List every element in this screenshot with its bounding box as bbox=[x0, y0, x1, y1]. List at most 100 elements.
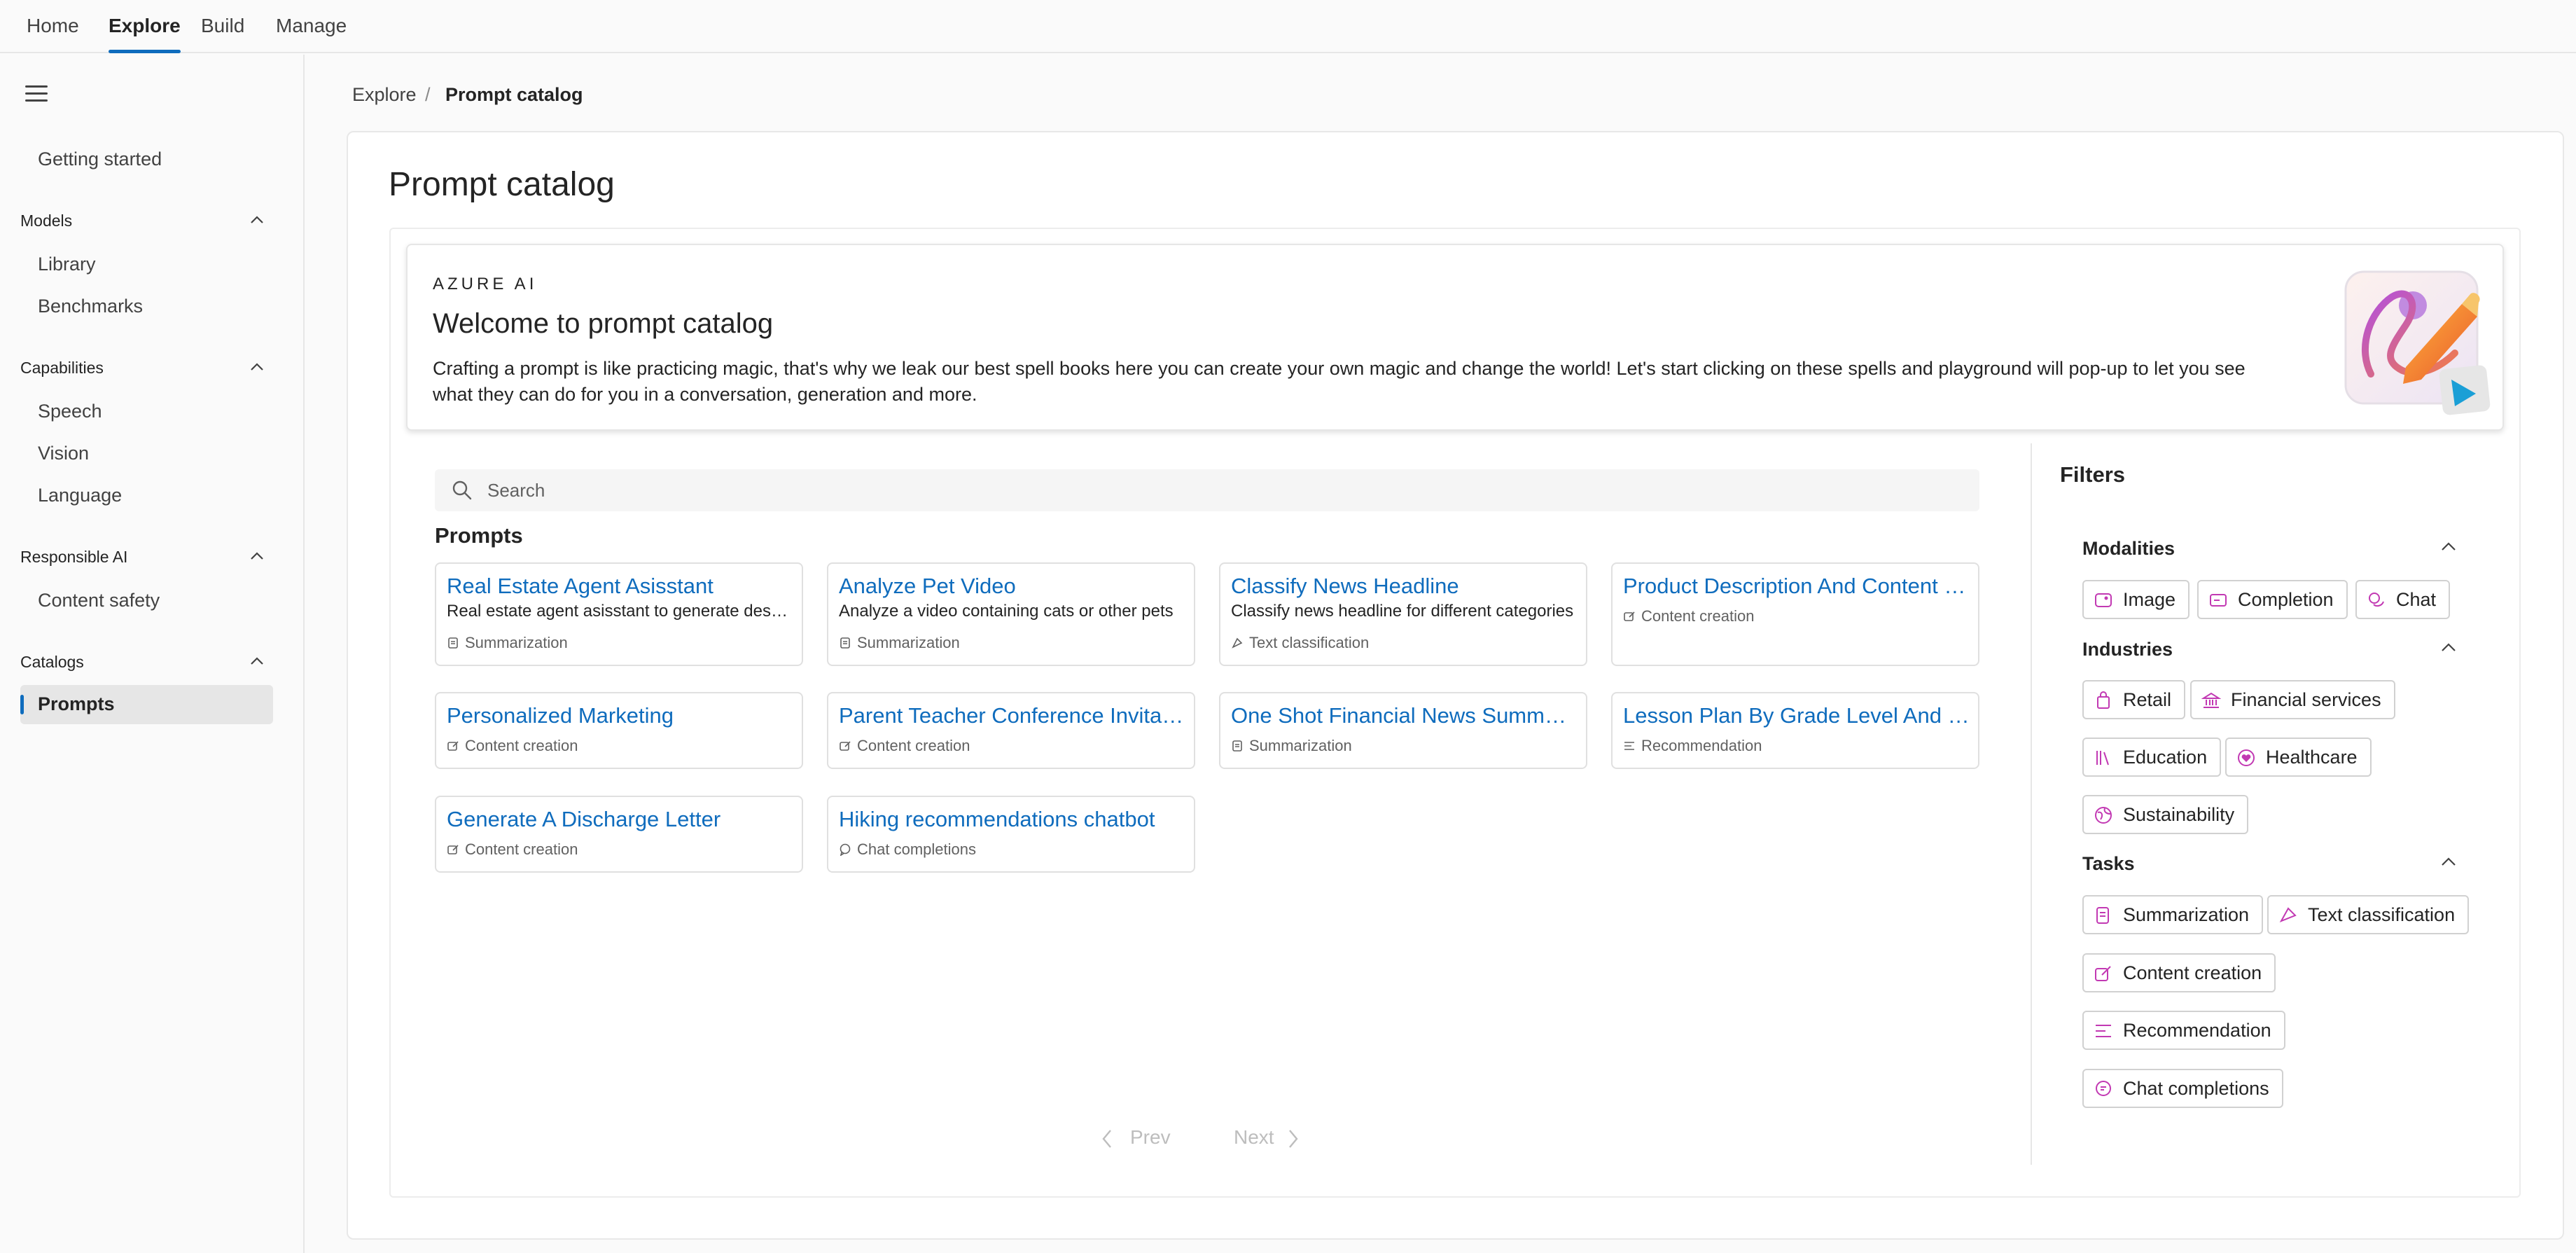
breadcrumb-explore[interactable]: Explore bbox=[352, 84, 417, 106]
chevron-left-icon[interactable] bbox=[1099, 1128, 1115, 1150]
prompt-card-description: Analyze a video containing cats or other… bbox=[839, 602, 1174, 621]
content-creation-icon bbox=[840, 741, 851, 751]
sidebar-section-capabilities[interactable]: Capabilities bbox=[20, 359, 104, 378]
divider bbox=[2031, 443, 2032, 1165]
prompt-card-tag: Content creation bbox=[1623, 607, 1754, 625]
search-input[interactable] bbox=[487, 469, 1958, 511]
chip-label: Healthcare bbox=[2266, 747, 2358, 768]
sidebar-item-content-safety[interactable]: Content safety bbox=[38, 590, 160, 611]
filter-chip-recommendation[interactable]: Recommendation bbox=[2082, 1011, 2285, 1050]
chip-label: Completion bbox=[2238, 589, 2334, 610]
search-box[interactable] bbox=[435, 469, 1979, 511]
prompt-card-title[interactable]: Analyze Pet Video bbox=[839, 574, 1185, 599]
prompt-card[interactable]: Lesson Plan By Grade Level And Subject R… bbox=[1611, 692, 1979, 769]
prompt-card-title[interactable]: Parent Teacher Conference Invitation bbox=[839, 703, 1185, 728]
chip-label: Recommendation bbox=[2123, 1020, 2271, 1041]
sidebar-section-responsible-ai[interactable]: Responsible AI bbox=[20, 548, 127, 567]
prompt-card[interactable]: Parent Teacher Conference Invitation Con… bbox=[827, 692, 1195, 769]
sidebar-section-models[interactable]: Models bbox=[20, 212, 72, 230]
tab-home[interactable]: Home bbox=[27, 0, 79, 53]
prompt-card-tag: Text classification bbox=[1231, 634, 1369, 652]
prompt-card[interactable]: One Shot Financial News Summarization Su… bbox=[1219, 692, 1587, 769]
prompt-card-title[interactable]: Generate A Discharge Letter bbox=[447, 807, 793, 832]
prompt-card-title[interactable]: Product Description And Content Generati… bbox=[1623, 574, 1970, 599]
chevron-up-icon[interactable] bbox=[249, 212, 265, 228]
banner-description: Crafting a prompt is like practicing mag… bbox=[433, 358, 2246, 405]
filter-chip-financial-services[interactable]: Financial services bbox=[2190, 680, 2395, 719]
prompt-card-tag-label: Recommendation bbox=[1641, 737, 1762, 754]
filter-chip-summarization[interactable]: Summarization bbox=[2082, 895, 2264, 934]
prompt-card-title[interactable]: Personalized Marketing bbox=[447, 703, 793, 728]
summarization-icon bbox=[2096, 907, 2109, 924]
sidebar-item-getting-started[interactable]: Getting started bbox=[38, 148, 162, 170]
prompt-card-tag-label: Chat completions bbox=[857, 840, 976, 858]
filter-group-modalities[interactable]: Modalities bbox=[2082, 538, 2175, 560]
recommendation-icon bbox=[2096, 1025, 2111, 1037]
filter-chip-chat[interactable]: Chat bbox=[2355, 580, 2451, 619]
filter-chip-education[interactable]: Education bbox=[2082, 738, 2222, 777]
prompt-card-tag: Summarization bbox=[1231, 737, 1352, 755]
filter-chip-text-classification[interactable]: Text classification bbox=[2267, 895, 2470, 934]
prompt-card-description: Classify news headline for different cat… bbox=[1231, 602, 1574, 621]
chip-label: Education bbox=[2123, 747, 2208, 768]
filter-group-industries[interactable]: Industries bbox=[2082, 639, 2173, 660]
chevron-right-icon[interactable] bbox=[1286, 1128, 1301, 1150]
filter-chip-retail[interactable]: Retail bbox=[2082, 680, 2186, 719]
prompt-card-title[interactable]: Classify News Headline bbox=[1231, 574, 1578, 599]
tab-build[interactable]: Build bbox=[201, 0, 244, 53]
welcome-banner: AZURE AI Welcome to prompt catalog Craft… bbox=[406, 244, 2504, 431]
prompt-card[interactable]: Analyze Pet Video Analyze a video contai… bbox=[827, 562, 1195, 666]
filter-chip-healthcare[interactable]: Healthcare bbox=[2225, 738, 2372, 777]
chevron-up-icon[interactable] bbox=[2439, 538, 2458, 556]
prompt-card[interactable]: Hiking recommendations chatbot Chat comp… bbox=[827, 796, 1195, 873]
chevron-up-icon[interactable] bbox=[249, 548, 265, 564]
next-button[interactable]: Next bbox=[1234, 1126, 1274, 1149]
filter-group-tasks[interactable]: Tasks bbox=[2082, 853, 2135, 875]
top-nav: Home Explore Build Manage bbox=[0, 0, 2576, 53]
chip-label: Chat completions bbox=[2123, 1078, 2269, 1099]
prompt-card-title[interactable]: Lesson Plan By Grade Level And Subject bbox=[1623, 703, 1970, 728]
filter-chip-image[interactable]: Image bbox=[2082, 580, 2190, 619]
content-creation-icon bbox=[2095, 966, 2111, 981]
prompt-card-title[interactable]: Hiking recommendations chatbot bbox=[839, 807, 1185, 832]
sidebar-item-label: Prompts bbox=[38, 693, 115, 714]
summarization-icon bbox=[1232, 740, 1242, 752]
filter-chip-completion[interactable]: Completion bbox=[2197, 580, 2348, 619]
tab-manage[interactable]: Manage bbox=[276, 0, 347, 53]
sidebar-section-catalogs[interactable]: Catalogs bbox=[20, 653, 84, 672]
chevron-up-icon[interactable] bbox=[2439, 639, 2458, 657]
heart-icon bbox=[2238, 749, 2255, 766]
summarization-icon bbox=[448, 637, 458, 649]
sidebar-item-language[interactable]: Language bbox=[38, 485, 122, 506]
prompt-card-tag-label: Summarization bbox=[1249, 737, 1352, 754]
prompt-card-title[interactable]: Real Estate Agent Asisstant bbox=[447, 574, 793, 599]
breadcrumb-current: Prompt catalog bbox=[445, 84, 583, 105]
prev-button[interactable]: Prev bbox=[1130, 1126, 1171, 1149]
sidebar-item-library[interactable]: Library bbox=[38, 254, 96, 275]
tab-explore[interactable]: Explore bbox=[109, 0, 181, 53]
prompt-card-tag: Chat completions bbox=[839, 840, 976, 859]
sidebar-item-vision[interactable]: Vision bbox=[38, 443, 89, 464]
hamburger-menu-icon[interactable] bbox=[25, 85, 48, 102]
prompt-card[interactable]: Classify News Headline Classify news hea… bbox=[1219, 562, 1587, 666]
chevron-up-icon[interactable] bbox=[249, 359, 265, 375]
content-creation-icon bbox=[1624, 611, 1635, 621]
chevron-up-icon[interactable] bbox=[249, 653, 265, 669]
prompt-card-tag-label: Content creation bbox=[1641, 607, 1755, 625]
prompt-card[interactable]: Real Estate Agent Asisstant Real estate … bbox=[435, 562, 803, 666]
prompt-card-title[interactable]: One Shot Financial News Summarization bbox=[1231, 703, 1578, 728]
filter-chip-sustainability[interactable]: Sustainability bbox=[2082, 795, 2249, 834]
sidebar-item-prompts[interactable]: Prompts bbox=[20, 685, 273, 724]
sidebar-item-benchmarks[interactable]: Benchmarks bbox=[38, 296, 143, 317]
sidebar-item-speech[interactable]: Speech bbox=[38, 401, 102, 422]
prompt-card-tag: Content creation bbox=[447, 737, 578, 755]
prompt-card[interactable]: Generate A Discharge Letter Content crea… bbox=[435, 796, 803, 873]
chip-label: Image bbox=[2123, 589, 2176, 610]
prompt-card[interactable]: Product Description And Content Generati… bbox=[1611, 562, 1979, 666]
prompt-card-tag-label: Summarization bbox=[857, 634, 960, 651]
prompt-card[interactable]: Personalized Marketing Content creation bbox=[435, 692, 803, 769]
prompts-section-title: Prompts bbox=[435, 523, 523, 548]
filter-chip-content-creation[interactable]: Content creation bbox=[2082, 953, 2276, 992]
chevron-up-icon[interactable] bbox=[2439, 853, 2458, 871]
filter-chip-chat-completions[interactable]: Chat completions bbox=[2082, 1069, 2283, 1108]
